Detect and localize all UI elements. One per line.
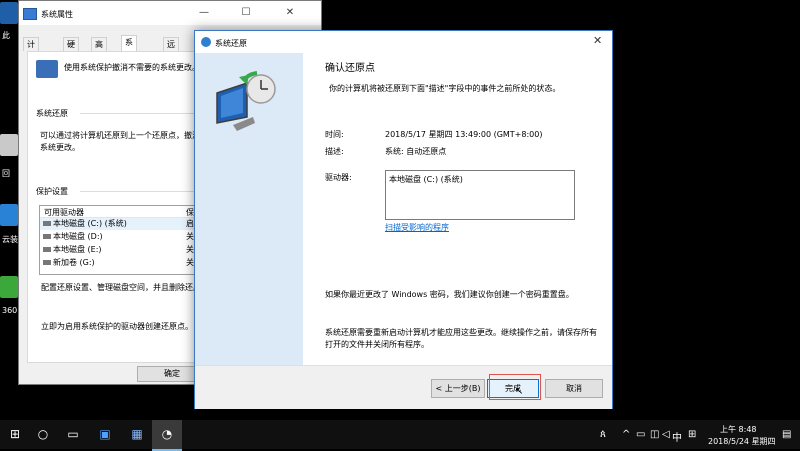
section-restore-title: 系统还原 — [36, 109, 68, 118]
system-restore-titlebar[interactable]: 系统还原 ✕ — [195, 31, 612, 53]
drive-name: 本地磁盘 (C:) (系统) — [53, 219, 127, 228]
configure-text: 配置还原设置、管理磁盘空间，并且删除还原 — [41, 283, 201, 292]
system-restore-icon — [201, 37, 211, 47]
drives-list[interactable]: 可用驱动器 保 本地磁盘 (C:) (系统) 启 本地磁盘 (D:) 关 本地磁… — [39, 205, 207, 275]
drives-header-protection: 保 — [186, 208, 194, 217]
create-text: 立即为启用系统保护的驱动器创建还原点。 — [41, 322, 193, 331]
tab-hardware[interactable]: 硬件 — [63, 37, 79, 62]
desktop-icon-2[interactable] — [0, 134, 18, 156]
task-view-icon[interactable]: ▭ — [58, 420, 88, 449]
control-panel-taskbar-icon[interactable]: ▣ — [90, 420, 120, 449]
restore-footer: < 上一步(B) 完成 ↖ 取消 — [195, 365, 612, 409]
drive-name: 本地磁盘 (D:) — [53, 232, 103, 241]
section-settings-title: 保护设置 — [36, 187, 68, 196]
drive-state: 关 — [186, 232, 194, 241]
description-label: 描述: — [325, 147, 344, 156]
restore-drive-item: 本地磁盘 (C:) (系统) — [389, 175, 463, 184]
desktop-label-2: 回 — [2, 169, 10, 178]
drive-state: 启 — [186, 219, 194, 228]
restore-monitor-icon — [216, 71, 276, 131]
clock-date[interactable]: 2018/5/24 星期四 — [708, 436, 776, 447]
system-restore-taskbar-icon[interactable]: ◔ — [152, 420, 182, 451]
maximize-icon[interactable]: ☐ — [231, 3, 261, 23]
time-label: 时间: — [325, 130, 344, 139]
system-taskbar-icon[interactable]: ▦ — [122, 420, 152, 449]
drives-list-header: 可用驱动器 保 — [40, 206, 206, 218]
mouse-cursor-icon: ↖ — [515, 386, 524, 397]
show-hidden-icon[interactable]: ^ — [622, 429, 630, 440]
password-note: 如果你最近更改了 Windows 密码，我们建议你创建一个密码重置盘。 — [325, 290, 574, 299]
desktop-icon-3[interactable] — [0, 204, 18, 226]
windows-start-icon[interactable]: ⊞ — [0, 420, 30, 449]
section-restore-divider — [80, 113, 202, 114]
tab-system-protection[interactable]: 系统保护 — [121, 35, 137, 86]
restore-drives-box[interactable]: 本地磁盘 (C:) (系统) — [385, 170, 575, 220]
back-button[interactable]: < 上一步(B) — [431, 379, 485, 398]
system-properties-titlebar[interactable]: 系统属性 — ☐ ✕ — [19, 1, 321, 25]
system-restore-title: 系统还原 — [215, 39, 247, 48]
tab-advanced[interactable]: 高级 — [91, 37, 107, 62]
drive-state: 关 — [186, 258, 194, 267]
drives-label: 驱动器: — [325, 173, 352, 182]
drive-row-d[interactable]: 本地磁盘 (D:) 关 — [40, 231, 206, 243]
drive-state: 关 — [186, 245, 194, 254]
clock-time[interactable]: 上午 8:48 — [720, 424, 757, 435]
drive-icon — [43, 221, 51, 226]
drive-row-c[interactable]: 本地磁盘 (C:) (系统) 启 — [40, 218, 206, 230]
description-value: 系统: 自动还原点 — [385, 147, 447, 156]
drive-name: 新加卷 (G:) — [53, 258, 95, 267]
drive-name: 本地磁盘 (E:) — [53, 245, 102, 254]
dialog-close-icon[interactable]: ✕ — [593, 34, 602, 47]
drive-row-g[interactable]: 新加卷 (G:) 关 — [40, 257, 206, 269]
desktop-icon-1[interactable] — [0, 2, 18, 24]
ime-indicator[interactable]: 中 — [672, 429, 682, 444]
system-restore-dialog: 系统还原 ✕ 确认还原点 你的计算机将被还原到下面"描述"字段中的事件之前所处的… — [194, 30, 613, 409]
shield-pc-icon — [36, 60, 58, 78]
taskbar: ⊞ ○ ▭ ▣ ▦ ◔ ጰ ^ ▭ ◫ ◁ 中 ⊞ 上午 8:48 2018/5… — [0, 420, 800, 451]
system-properties-title: 系统属性 — [41, 10, 73, 19]
search-icon[interactable]: ○ — [28, 420, 58, 449]
minimize-icon[interactable]: — — [189, 3, 219, 23]
restore-sidebar — [195, 53, 303, 365]
notification-icon[interactable]: ▤ — [782, 429, 791, 440]
restart-note-line1: 系统还原需要重新启动计算机才能应用这些更改。继续操作之前，请保存所有 — [325, 328, 597, 337]
desktop-label-4: 360 — [2, 306, 18, 315]
drive-icon — [43, 260, 51, 265]
time-value: 2018/5/17 星期四 13:49:00 (GMT+8:00) — [385, 130, 543, 139]
restore-subtitle: 你的计算机将被还原到下面"描述"字段中的事件之前所处的状态。 — [329, 84, 561, 93]
battery-icon[interactable]: ▭ — [636, 429, 645, 440]
people-icon[interactable]: ጰ — [600, 429, 606, 440]
desktop-icon-4[interactable] — [0, 276, 18, 298]
restore-description-line2: 系统更改。 — [40, 143, 80, 152]
restore-heading: 确认还原点 — [325, 63, 375, 74]
cancel-button[interactable]: 取消 — [545, 379, 603, 398]
drive-row-e[interactable]: 本地磁盘 (E:) 关 — [40, 244, 206, 256]
section-settings-divider — [80, 191, 202, 192]
drive-icon — [43, 234, 51, 239]
restore-description-line1: 可以通过将计算机还原到上一个还原点，撤消 — [40, 131, 200, 140]
tab-computer-name[interactable]: 计算机名 — [23, 37, 39, 88]
network-icon[interactable]: ◫ — [650, 429, 659, 440]
system-properties-icon — [23, 8, 37, 20]
close-icon[interactable]: ✕ — [275, 3, 305, 23]
desktop-label-3: 云装 — [2, 235, 18, 244]
drive-icon — [43, 247, 51, 252]
drives-header-available: 可用驱动器 — [44, 208, 84, 217]
ime-mode-icon[interactable]: ⊞ — [688, 429, 696, 440]
volume-icon[interactable]: ◁ — [662, 429, 670, 440]
restart-note-line2: 打开的文件并关闭所有程序。 — [325, 340, 429, 349]
scan-affected-programs-link[interactable]: 扫描受影响的程序 — [385, 222, 449, 233]
tab-remote[interactable]: 远程 — [163, 37, 179, 62]
desktop-label-1: 此 — [2, 31, 10, 40]
intro-text: 使用系统保护撤消不需要的系统更改。 — [64, 63, 200, 72]
